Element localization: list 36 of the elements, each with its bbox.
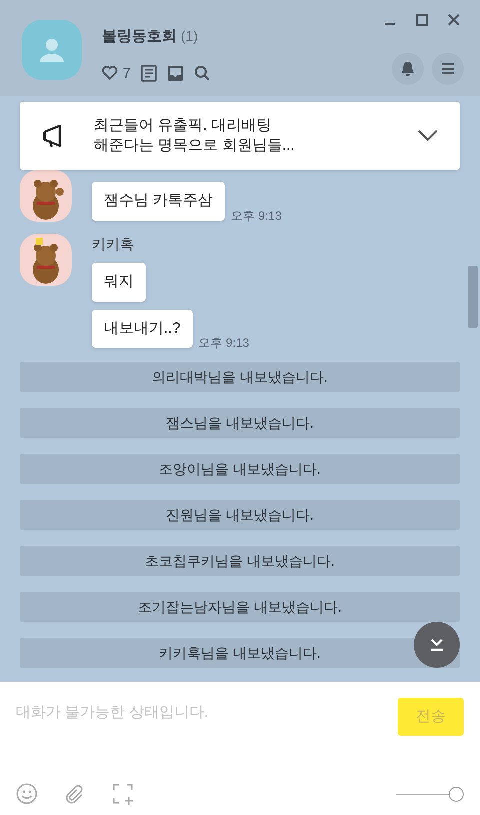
- message-time: 오후 9:13: [231, 208, 282, 224]
- like-count: 7: [123, 64, 131, 82]
- scroll-down-button[interactable]: [414, 622, 460, 668]
- notice-banner[interactable]: 최근들어 유출픽. 대리배팅 해준다는 명목으로 회원님들...: [20, 102, 460, 170]
- scroll-bottom-icon: [429, 638, 445, 652]
- opacity-slider[interactable]: [396, 786, 464, 802]
- inbox-icon[interactable]: [166, 64, 184, 82]
- system-message: 조기잡는남자님을 내보냈습니다.: [20, 592, 460, 622]
- message-time: 오후 9:13: [198, 335, 250, 352]
- message-bubble: 내보내기..?: [92, 310, 193, 348]
- close-icon[interactable]: [448, 14, 460, 26]
- system-message: 잼스님을 내보냈습니다.: [20, 408, 460, 438]
- sender-name: 키키혹: [92, 235, 135, 254]
- notice-text: 최근들어 유출픽. 대리배팅 해준다는 명목으로 회원님들...: [94, 116, 296, 156]
- emoji-icon[interactable]: [16, 783, 38, 805]
- slider-thumb[interactable]: [449, 786, 464, 802]
- scrollbar-thumb[interactable]: [468, 266, 478, 328]
- note-icon[interactable]: [140, 64, 157, 82]
- heart-icon[interactable]: [102, 66, 118, 80]
- system-message: 초코칩쿠키님을 내보냈습니다.: [20, 546, 460, 576]
- message-bubble: 잼수님 카톡주삼: [92, 182, 226, 220]
- system-message: 의리대박님을 내보냈습니다.: [20, 362, 460, 392]
- search-icon[interactable]: [194, 65, 210, 81]
- chat-title: 볼링동호회: [102, 27, 177, 47]
- menu-button[interactable]: [432, 53, 464, 85]
- expand-icon[interactable]: [418, 130, 438, 142]
- maximize-icon[interactable]: [416, 14, 428, 26]
- bell-icon: [401, 61, 415, 77]
- menu-icon: [441, 63, 455, 75]
- notification-button[interactable]: [392, 53, 424, 85]
- capture-icon[interactable]: [112, 783, 134, 805]
- member-count: (1): [181, 27, 198, 46]
- system-message: 조앙이님을 내보냈습니다.: [20, 454, 460, 484]
- system-message: 진원님을 내보냈습니다.: [20, 500, 460, 530]
- person-icon: [38, 36, 66, 64]
- message-bubble: 뭐지: [92, 263, 146, 302]
